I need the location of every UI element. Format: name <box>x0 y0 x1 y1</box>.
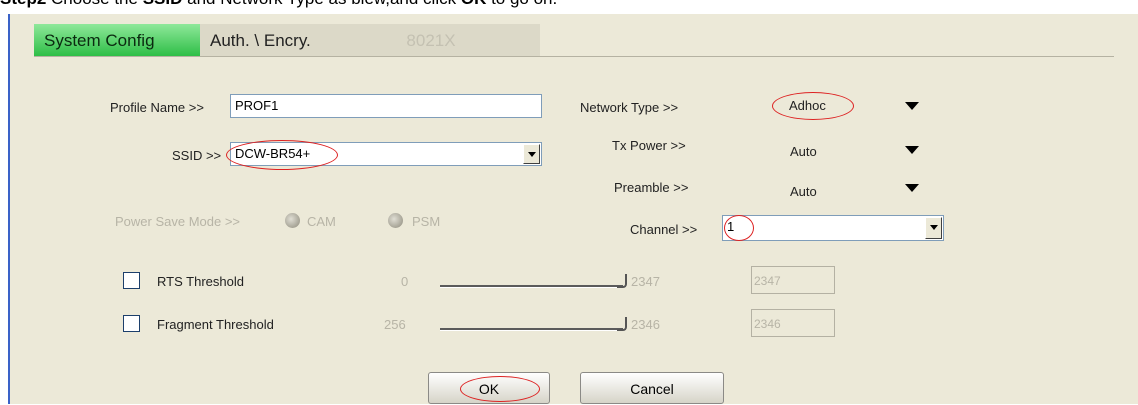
rts-slider-thumb[interactable] <box>617 274 627 288</box>
channel-dropdown-arrow-icon[interactable] <box>925 217 942 239</box>
config-panel <box>8 14 1138 404</box>
caption-text-2: and Network Type as blew,and click <box>182 0 460 8</box>
ssid-highlight-oval <box>226 140 338 170</box>
channel-highlight-oval <box>724 215 754 241</box>
fragment-threshold-checkbox[interactable] <box>123 315 140 332</box>
tab-divider <box>34 56 1114 57</box>
rts-threshold-checkbox[interactable] <box>123 272 140 289</box>
network-type-dropdown-icon[interactable] <box>905 102 919 110</box>
channel-select[interactable]: 1 <box>722 215 944 241</box>
power-save-mode-label: Power Save Mode >> <box>115 214 241 229</box>
cam-radio <box>285 213 300 228</box>
fragment-slider-track[interactable] <box>440 328 623 331</box>
rts-value-box: 2347 <box>751 266 835 294</box>
fragment-min-label: 256 <box>384 317 406 332</box>
psm-radio <box>388 213 403 228</box>
rts-max-label: 2347 <box>631 274 660 289</box>
rts-slider-track[interactable] <box>440 285 623 288</box>
tab-8021x: 8021X <box>406 31 456 50</box>
caption-text-1: Choose the <box>46 0 142 8</box>
caption-text-3: to go on. <box>486 0 557 8</box>
tab-system-config[interactable]: System Config <box>34 24 200 57</box>
cancel-button[interactable]: Cancel <box>580 372 724 404</box>
caption-ssid: SSID <box>143 0 183 8</box>
ssid-dropdown-arrow-icon[interactable] <box>523 144 540 164</box>
tx-power-label: Tx Power >> <box>612 138 686 153</box>
cam-radio-label: CAM <box>307 214 336 229</box>
rts-min-label: 0 <box>401 274 409 289</box>
preamble-label: Preamble >> <box>614 180 689 195</box>
fragment-slider-thumb[interactable] <box>617 317 627 331</box>
caption-step: Step2 <box>0 0 46 8</box>
instruction-caption: Step2 Choose the SSID and Network Type a… <box>0 0 1138 10</box>
tab-bar: System Config Auth. \ Encry. 8021X <box>34 24 540 57</box>
fragment-value-box: 2346 <box>751 309 835 337</box>
profile-name-input[interactable]: PROF1 <box>230 94 542 118</box>
channel-label: Channel >> <box>630 222 698 237</box>
fragment-threshold-label: Fragment Threshold <box>157 317 274 332</box>
caption-ok: OK <box>461 0 487 8</box>
ssid-label: SSID >> <box>172 148 222 163</box>
profile-name-label: Profile Name >> <box>110 100 204 115</box>
tx-power-value: Auto <box>790 144 817 159</box>
rts-threshold-label: RTS Threshold <box>157 274 244 289</box>
tx-power-dropdown-icon[interactable] <box>905 146 919 154</box>
psm-radio-label: PSM <box>412 214 441 229</box>
network-type-highlight-oval <box>772 92 854 120</box>
ok-highlight-oval <box>460 376 540 402</box>
tab-auth-encry[interactable]: Auth. \ Encry. <box>200 24 372 57</box>
preamble-value: Auto <box>790 184 817 199</box>
fragment-max-label: 2346 <box>631 317 660 332</box>
network-type-label: Network Type >> <box>580 100 679 115</box>
preamble-dropdown-icon[interactable] <box>905 184 919 192</box>
